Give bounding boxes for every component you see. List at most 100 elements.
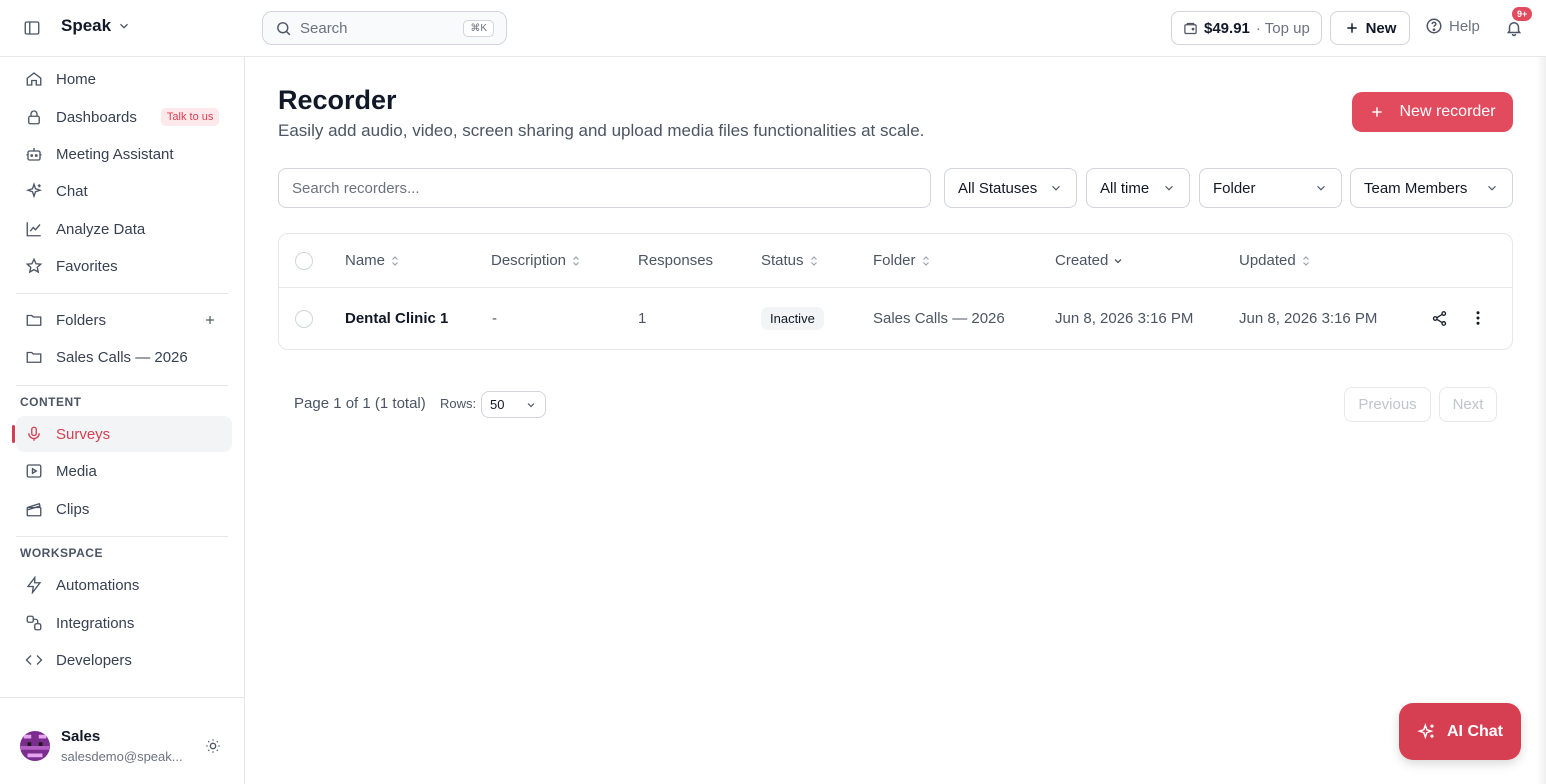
scroll-shadow [1536, 57, 1546, 784]
sidebar-item-label: Clips [56, 500, 90, 518]
balance-amount: $49.91 [1204, 19, 1250, 37]
table-header: Name Description Responses Status Folder… [279, 234, 1512, 288]
user-profile[interactable]: Sales salesdemo@speak... [0, 697, 244, 784]
status-filter-value: All Statuses [958, 179, 1038, 197]
more-vertical-icon[interactable] [1468, 308, 1488, 328]
sort-icon [389, 255, 401, 267]
folder-icon [24, 310, 44, 330]
sidebar-item-developers[interactable]: Developers [16, 642, 232, 678]
sidebar-item-label: Meeting Assistant [56, 145, 174, 163]
top-bar: Speak Search ⌘K $49.91 · Top up New Help… [0, 0, 1546, 57]
sidebar-folder-sales-calls[interactable]: Sales Calls — 2026 [16, 339, 232, 375]
sidebar-item-label: Chat [56, 182, 88, 200]
sidebar-toggle-icon[interactable] [22, 18, 42, 38]
sidebar-item-automations[interactable]: Automations [16, 567, 232, 603]
page-title: Recorder [278, 85, 397, 115]
user-name: Sales [61, 728, 101, 745]
sidebar-item-label: Folders [56, 311, 107, 329]
row-name[interactable]: Dental Clinic 1 [345, 310, 448, 327]
code-icon [24, 650, 44, 670]
help-button[interactable]: Help [1425, 17, 1480, 35]
pagination-info: Page 1 of 1 (1 total) [294, 395, 426, 412]
search-shortcut: ⌘K [463, 19, 494, 37]
sidebar-item-dashboards[interactable]: Dashboards Talk to us [16, 99, 232, 135]
new-button[interactable]: New [1330, 11, 1410, 45]
sidebar-item-label: Media [56, 462, 97, 480]
column-header-updated[interactable]: Updated [1239, 252, 1312, 269]
user-email: salesdemo@speak... [61, 749, 183, 764]
workspace-switcher[interactable]: Speak [61, 16, 131, 36]
team-members-filter[interactable]: Team Members [1350, 168, 1513, 208]
share-icon[interactable] [1429, 308, 1449, 328]
sidebar-item-label: Developers [56, 651, 132, 669]
sidebar: Home Dashboards Talk to us Meeting Assis… [0, 57, 245, 784]
sparkle-icon [24, 181, 44, 201]
talk-to-us-badge[interactable]: Talk to us [160, 108, 220, 126]
sort-icon [570, 255, 582, 267]
page-subtitle: Easily add audio, video, screen sharing … [278, 121, 925, 140]
sort-desc-icon [1112, 255, 1124, 267]
rows-per-page-select[interactable]: 50 [481, 391, 546, 418]
sidebar-item-home[interactable]: Home [16, 61, 232, 97]
brand-name: Speak [61, 16, 112, 35]
row-checkbox[interactable] [295, 310, 313, 328]
row-responses: 1 [638, 310, 647, 327]
time-filter-value: All time [1100, 179, 1150, 197]
recorders-table: Name Description Responses Status Folder… [278, 233, 1513, 350]
active-indicator [12, 425, 15, 443]
time-filter[interactable]: All time [1086, 168, 1190, 208]
rows-label: Rows: [440, 396, 477, 411]
add-folder-icon[interactable] [200, 310, 220, 330]
sidebar-divider [16, 536, 228, 537]
balance-button[interactable]: $49.91 · Top up [1171, 11, 1322, 45]
rows-per-page-value: 50 [490, 397, 505, 412]
sidebar-item-favorites[interactable]: Favorites [16, 248, 232, 284]
plus-icon [1344, 20, 1360, 36]
select-all-checkbox[interactable] [295, 252, 313, 270]
status-badge: Inactive [761, 307, 824, 330]
chart-line-icon [24, 219, 44, 239]
previous-page-button[interactable]: Previous [1344, 387, 1431, 422]
row-created: Jun 8, 2026 3:16 PM [1055, 310, 1194, 327]
sidebar-divider [16, 293, 228, 294]
row-description: - [492, 310, 497, 327]
plus-icon [1369, 104, 1385, 120]
chevron-down-icon [1162, 181, 1176, 195]
ai-chat-label: AI Chat [1447, 722, 1503, 740]
global-search[interactable]: Search ⌘K [262, 11, 507, 45]
sidebar-item-analyze-data[interactable]: Analyze Data [16, 211, 232, 247]
sidebar-item-label: Sales Calls — 2026 [56, 348, 188, 366]
folder-filter[interactable]: Folder [1199, 168, 1342, 208]
column-header-status[interactable]: Status [761, 252, 820, 269]
help-circle-icon [1425, 17, 1443, 35]
sidebar-item-label: Automations [56, 576, 140, 594]
workspace-section-label: WORKSPACE [20, 546, 103, 560]
column-label: Responses [638, 252, 714, 269]
ai-chat-button[interactable]: AI Chat [1399, 703, 1521, 760]
new-recorder-button[interactable]: New recorder [1352, 92, 1513, 132]
sort-icon [808, 255, 820, 267]
search-placeholder: Search [300, 19, 348, 37]
sidebar-item-surveys[interactable]: Surveys [16, 416, 232, 452]
column-header-name[interactable]: Name [345, 252, 401, 269]
recorder-search-input[interactable] [278, 168, 931, 208]
sidebar-item-chat[interactable]: Chat [16, 173, 232, 209]
sidebar-item-label: Integrations [56, 614, 135, 632]
sidebar-item-label: Dashboards [56, 108, 137, 126]
sidebar-item-integrations[interactable]: Integrations [16, 605, 232, 641]
integrations-icon [24, 613, 44, 633]
ai-sparkle-icon [1417, 722, 1437, 742]
next-page-button[interactable]: Next [1439, 387, 1497, 422]
sidebar-item-label: Favorites [56, 257, 118, 275]
column-header-created[interactable]: Created [1055, 252, 1124, 269]
sun-icon[interactable] [204, 737, 222, 755]
status-filter[interactable]: All Statuses [944, 168, 1077, 208]
column-label: Folder [873, 252, 916, 269]
sidebar-item-meeting-assistant[interactable]: Meeting Assistant [16, 136, 232, 172]
sidebar-item-media[interactable]: Media [16, 453, 232, 489]
row-updated: Jun 8, 2026 3:16 PM [1239, 310, 1378, 327]
column-header-description[interactable]: Description [491, 252, 582, 269]
sidebar-item-clips[interactable]: Clips [16, 491, 232, 527]
column-header-folder[interactable]: Folder [873, 252, 932, 269]
media-icon [24, 461, 44, 481]
